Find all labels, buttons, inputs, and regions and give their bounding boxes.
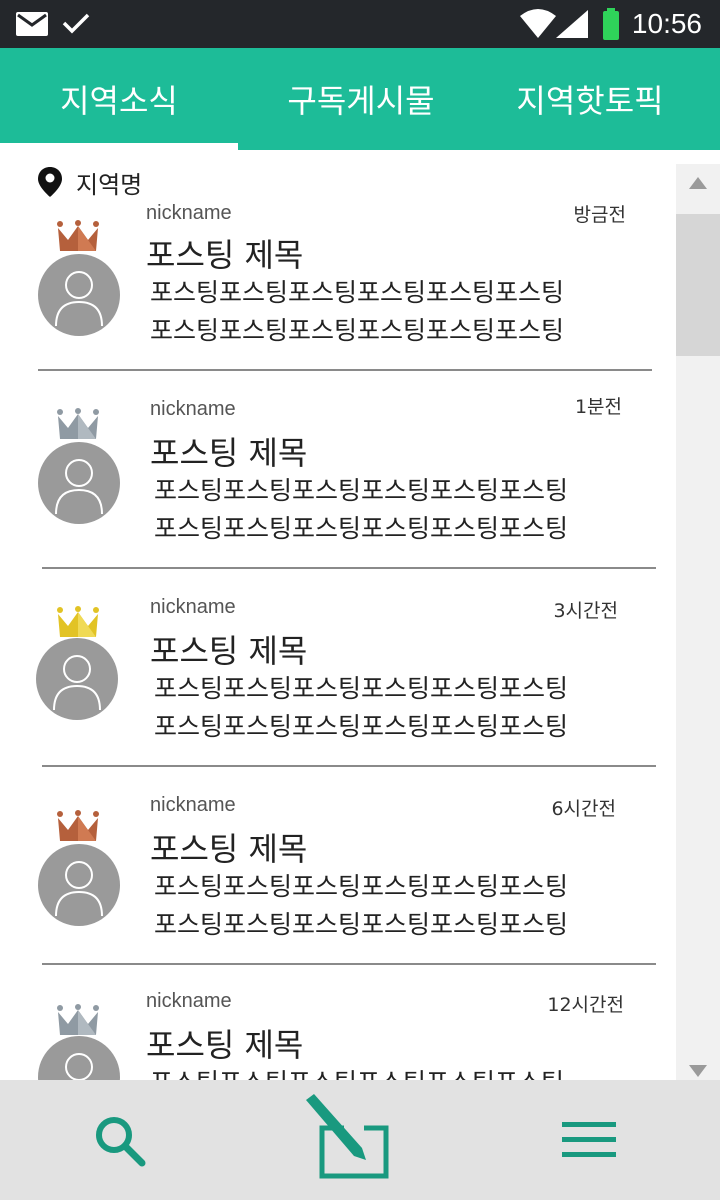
status-bar: 10:56 bbox=[0, 0, 720, 48]
post-nickname[interactable]: nickname bbox=[146, 990, 232, 1013]
write-icon bbox=[306, 1094, 389, 1179]
post-divider bbox=[42, 765, 656, 767]
post-title: 포스팅 제목 bbox=[146, 236, 304, 274]
location-name: 지역명 bbox=[76, 170, 143, 199]
avatar[interactable] bbox=[38, 844, 120, 926]
post-divider bbox=[42, 567, 656, 569]
post-item[interactable]: nickname 3시간전 포스팅 제목 포스팅포스팅포스팅포스팅포스팅포스팅 … bbox=[0, 596, 676, 768]
post-time: 방금전 bbox=[573, 204, 626, 226]
crown-silver-icon bbox=[57, 408, 99, 439]
scrollbar-thumb[interactable] bbox=[676, 214, 720, 356]
battery-icon bbox=[603, 8, 619, 40]
menu-button[interactable] bbox=[556, 1110, 622, 1170]
post-item[interactable]: nickname 6시간전 포스팅 제목 포스팅포스팅포스팅포스팅포스팅포스팅 … bbox=[0, 794, 676, 966]
search-icon bbox=[96, 1117, 146, 1167]
post-divider bbox=[42, 963, 656, 965]
post-item[interactable]: nickname 12시간전 포스팅 제목 포스팅포스팅포스팅포스팅포스팅포스팅 bbox=[0, 990, 676, 1080]
post-body-line: 포스팅포스팅포스팅포스팅포스팅포스팅 bbox=[154, 872, 569, 901]
post-body-line: 포스팅포스팅포스팅포스팅포스팅포스팅 bbox=[154, 476, 569, 505]
crown-gold-icon bbox=[57, 606, 99, 637]
wifi-icon bbox=[520, 9, 556, 38]
avatar[interactable] bbox=[38, 254, 120, 336]
avatar[interactable] bbox=[36, 638, 118, 720]
post-time: 12시간전 bbox=[547, 994, 624, 1016]
tab-local-news[interactable]: 지역소식 bbox=[0, 48, 240, 150]
post-item[interactable]: nickname 방금전 포스팅 제목 포스팅포스팅포스팅포스팅포스팅포스팅 포… bbox=[0, 200, 676, 372]
avatar[interactable] bbox=[38, 1036, 120, 1080]
post-body-line: 포스팅포스팅포스팅포스팅포스팅포스팅 bbox=[154, 674, 569, 703]
location-pin-icon bbox=[38, 167, 62, 197]
bottom-nav bbox=[0, 1080, 720, 1200]
post-title: 포스팅 제목 bbox=[150, 434, 308, 472]
user-silhouette-icon bbox=[55, 459, 103, 515]
crown-silver-icon bbox=[57, 1004, 99, 1035]
tab-label: 지역소식 bbox=[60, 82, 178, 120]
tab-local-hot-topics[interactable]: 지역핫토픽 bbox=[470, 48, 710, 150]
scroll-up-arrow-icon[interactable] bbox=[688, 176, 708, 190]
post-title: 포스팅 제목 bbox=[150, 632, 308, 670]
user-silhouette-icon bbox=[55, 861, 103, 917]
post-body-line: 포스팅포스팅포스팅포스팅포스팅포스팅 bbox=[154, 514, 569, 543]
post-body-line: 포스팅포스팅포스팅포스팅포스팅포스팅 bbox=[150, 316, 565, 345]
post-nickname[interactable]: nickname bbox=[146, 202, 232, 225]
post-nickname[interactable]: nickname bbox=[150, 794, 236, 817]
post-nickname[interactable]: nickname bbox=[150, 596, 236, 619]
status-time: 10:56 bbox=[631, 8, 702, 39]
mail-icon bbox=[16, 12, 48, 36]
avatar[interactable] bbox=[38, 442, 120, 524]
tab-label: 구독게시물 bbox=[287, 82, 435, 120]
user-silhouette-icon bbox=[55, 271, 103, 327]
post-title: 포스팅 제목 bbox=[150, 830, 308, 868]
post-divider bbox=[38, 369, 652, 371]
post-time: 3시간전 bbox=[553, 600, 618, 622]
post-body-line: 포스팅포스팅포스팅포스팅포스팅포스팅 bbox=[154, 910, 569, 939]
check-icon bbox=[62, 13, 90, 34]
tab-label: 지역핫토픽 bbox=[516, 82, 664, 120]
crown-bronze-icon bbox=[57, 810, 99, 841]
tab-selected-indicator bbox=[0, 143, 238, 150]
post-nickname[interactable]: nickname bbox=[150, 398, 236, 421]
tab-bar: 지역소식 구독게시물 지역핫토픽 bbox=[0, 48, 720, 150]
post-time: 6시간전 bbox=[551, 798, 616, 820]
tab-subscribed-posts[interactable]: 구독게시물 bbox=[240, 48, 480, 150]
post-body-line: 포스팅포스팅포스팅포스팅포스팅포스팅 bbox=[150, 278, 565, 307]
search-button[interactable] bbox=[80, 1100, 160, 1180]
user-silhouette-icon bbox=[65, 1053, 93, 1080]
user-silhouette-icon bbox=[53, 655, 101, 711]
post-body-line: 포스팅포스팅포스팅포스팅포스팅포스팅 bbox=[154, 712, 569, 741]
scroll-down-arrow-icon[interactable] bbox=[688, 1064, 708, 1078]
post-item[interactable]: nickname 1분전 포스팅 제목 포스팅포스팅포스팅포스팅포스팅포스팅 포… bbox=[0, 396, 676, 570]
write-post-button[interactable] bbox=[300, 1090, 400, 1194]
crown-bronze-icon bbox=[57, 220, 99, 251]
menu-icon bbox=[562, 1122, 616, 1157]
signal-icon bbox=[556, 10, 588, 38]
post-title: 포스팅 제목 bbox=[146, 1026, 304, 1064]
post-body-line: 포스팅포스팅포스팅포스팅포스팅포스팅 bbox=[150, 1064, 630, 1080]
post-feed[interactable]: nickname 방금전 포스팅 제목 포스팅포스팅포스팅포스팅포스팅포스팅 포… bbox=[0, 200, 676, 1080]
post-time: 1분전 bbox=[574, 396, 622, 418]
location-header[interactable]: 지역명 bbox=[38, 164, 142, 200]
